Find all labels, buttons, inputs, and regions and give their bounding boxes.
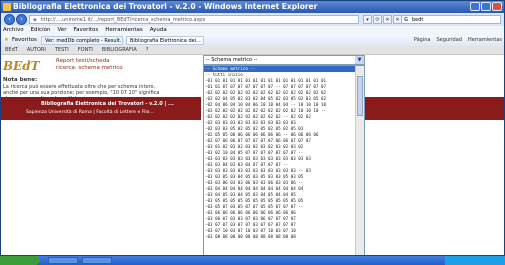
window-title: Bibliografia Elettronica dei Trovatori -… [13, 2, 318, 11]
google-icon: G [404, 17, 409, 23]
footer-banner: Bibliografia Elettronica dei Trovatori -… [1, 97, 201, 120]
dropdown-value: -- Schema metrico -- [206, 57, 258, 63]
taskbar [0, 256, 505, 265]
command-pagina[interactable]: Página [414, 35, 431, 46]
schema-dropdown[interactable]: -- Schema metrico -- ▼ [203, 55, 365, 65]
minimize-button[interactable] [470, 2, 480, 11]
forward-button[interactable]: › [16, 14, 27, 25]
menu-herramientas[interactable]: Herramientas [105, 26, 142, 35]
maximize-button[interactable] [481, 2, 491, 11]
list-item[interactable]: -03 08 08 08 08 08 08 08 08 08 08 08 [204, 234, 364, 240]
right-blank-area [367, 55, 504, 255]
ie-icon [3, 3, 11, 11]
refresh-icon[interactable]: ⟳ [373, 15, 382, 24]
nav-bibliografia[interactable]: BIBLIOGRAFIA [102, 46, 137, 54]
back-button[interactable]: ‹ [4, 14, 15, 25]
site-nav: BEdT AUTORI TESTI FONTI BIBLIOGRAFIA ? [1, 46, 504, 55]
nav-testi[interactable]: TESTI [55, 46, 69, 54]
menu-edicion[interactable]: Edición [31, 26, 51, 35]
nav-bedt[interactable]: BEdT [5, 46, 18, 54]
search-box[interactable]: G bedt [401, 15, 501, 24]
star-icon[interactable]: ★ [4, 35, 9, 46]
nav-autori[interactable]: AUTORI [27, 46, 46, 54]
browser-window: Bibliografia Elettronica dei Trovatori -… [0, 0, 505, 256]
menu-ver[interactable]: Ver [57, 26, 66, 35]
command-bar: Página Seguridad Herramientas [414, 35, 502, 46]
system-tray [445, 256, 505, 265]
bedt-logo: BEdT [3, 59, 40, 73]
search-text: bedt [412, 17, 424, 23]
chevron-down-icon[interactable]: ▼ [355, 56, 364, 64]
close-button[interactable] [492, 2, 502, 11]
taskbar-item[interactable] [48, 257, 78, 264]
menu-archivo[interactable]: Archivo [3, 26, 24, 35]
start-button[interactable] [0, 256, 40, 265]
page-icon: ◈ [33, 17, 37, 23]
close-icon[interactable]: ✕ [383, 15, 392, 24]
schema-list[interactable]: -- Schema metrico -- -- tutti inizio -01 0… [203, 65, 365, 255]
address-url: http://....unirome1.it/.../report_BEdT/r… [40, 17, 206, 23]
menu-bar: Archivo Edición Ver Favoritos Herramient… [1, 26, 504, 35]
address-tools: ▾ ⟳ ✕ ✕ [363, 15, 402, 24]
address-bar[interactable]: ◈ http://....unirome1.it/.../report_BEdT… [29, 15, 359, 24]
tab-bedt[interactable]: Bibliografia Elettronica dei... [126, 36, 204, 45]
scrollbar-thumb[interactable] [357, 76, 363, 116]
nav-help[interactable]: ? [146, 46, 149, 54]
report-title-line: Report testi/scheda [56, 58, 110, 64]
report-subtitle: ricerca: schema metrico [56, 65, 123, 71]
list-scrollbar[interactable] [355, 66, 364, 255]
footer-banner-right [365, 97, 504, 120]
taskbar-item[interactable] [82, 257, 112, 264]
banner-subtitle: Sapienza Università di Roma | Facoltà di… [26, 110, 154, 115]
command-herramientas[interactable]: Herramientas [468, 35, 502, 46]
title-bar: Bibliografia Elettronica dei Trovatori -… [1, 1, 504, 13]
tab-meddb[interactable]: Ver: medDb completo - Result... [41, 36, 123, 45]
window-controls [470, 2, 502, 11]
note-label: Nota bene: [3, 77, 38, 83]
report-title: Report testi/scheda ricerca: schema metr… [56, 58, 123, 72]
banner-title: Bibliografia Elettronica dei Trovatori -… [41, 101, 174, 107]
menu-favoritos[interactable]: Favoritos [73, 26, 98, 35]
schema-list-items: -- Schema metrico -- -- tutti inizio -01 0… [204, 66, 364, 240]
command-seguridad[interactable]: Seguridad [436, 35, 461, 46]
favorites-button[interactable]: Favoritos [12, 35, 37, 46]
address-row: ‹ › ◈ http://....unirome1.it/.../report_… [1, 13, 504, 26]
left-blank-area [1, 120, 201, 255]
nav-fonti[interactable]: FONTI [78, 46, 93, 54]
compat-icon[interactable]: ▾ [363, 15, 372, 24]
menu-ayuda[interactable]: Ayuda [150, 26, 167, 35]
